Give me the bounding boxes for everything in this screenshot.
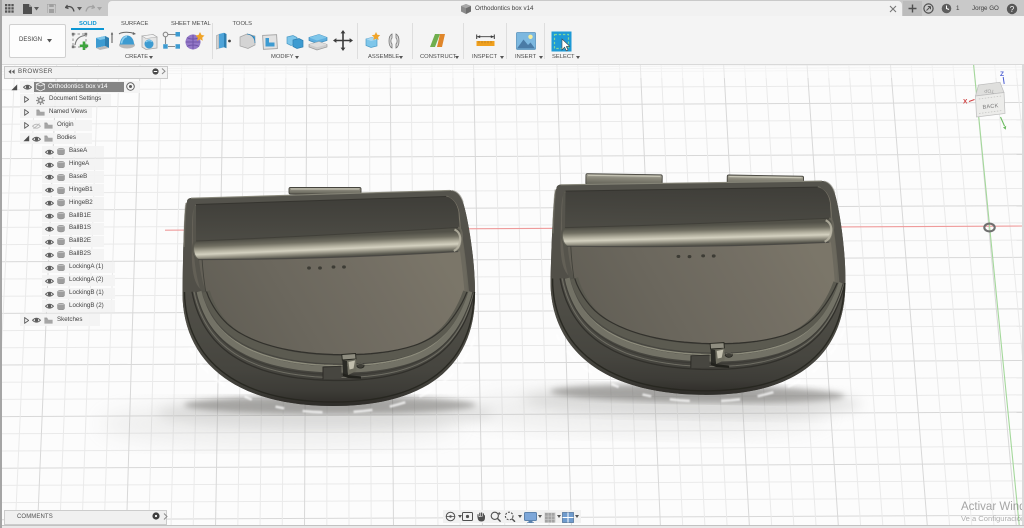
svg-text:?: ? — [1010, 4, 1015, 13]
svg-text:Z: Z — [1000, 71, 1004, 78]
svg-text:TOP: TOP — [983, 87, 994, 94]
svg-text:X: X — [963, 99, 968, 106]
